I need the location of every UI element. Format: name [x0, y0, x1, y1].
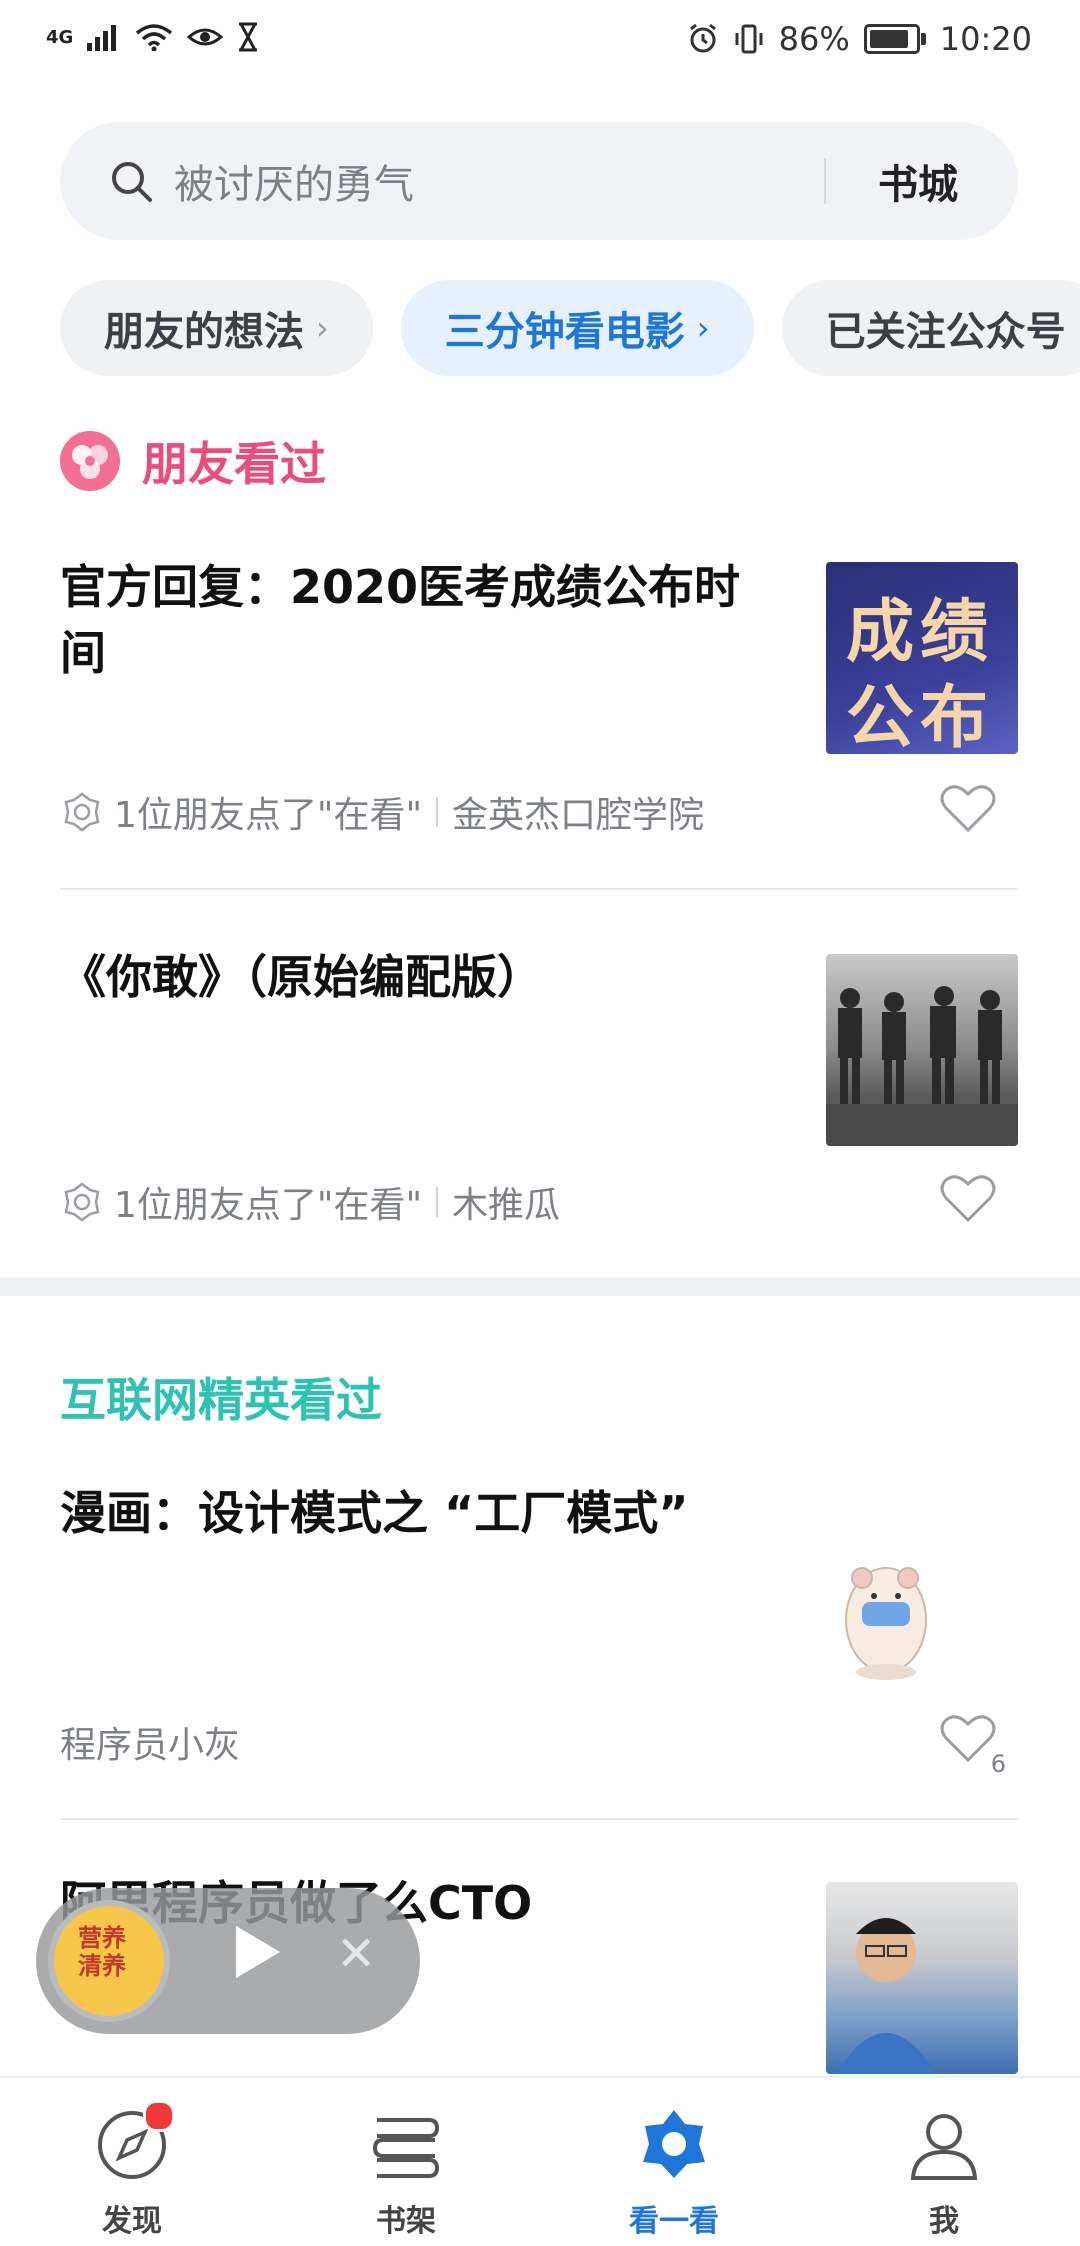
divider	[60, 888, 1018, 890]
person-icon	[905, 2106, 983, 2184]
article-meta: 1位朋友点了"在看" 金英杰口腔学院	[60, 786, 704, 838]
article-title[interactable]: 漫画：设计模式之 “工厂模式”	[60, 1480, 780, 1546]
wifi-icon	[136, 24, 173, 51]
article-meta: 1位朋友点了"在看" 木推瓜	[60, 1176, 560, 1228]
friends-section-heading: 朋友看过	[60, 428, 326, 494]
article-thumbnail[interactable]	[826, 1520, 1018, 1712]
meta-separator	[436, 797, 439, 827]
look-icon	[635, 2106, 713, 2184]
search-divider	[824, 158, 826, 204]
thumb-text: 成绩	[846, 593, 995, 672]
notification-badge	[143, 2100, 175, 2132]
audio-cover[interactable]: 营养清养	[48, 1900, 170, 2022]
heart-icon[interactable]	[940, 782, 996, 834]
tab-label: 书架	[376, 2204, 436, 2239]
tab-label: 发现	[102, 2204, 162, 2239]
topic-chips: 朋友的想法 › 三分钟看电影 › 已关注公众号	[60, 280, 1080, 376]
like-count: 6	[990, 1750, 1006, 1778]
tab-label: 我	[929, 2204, 959, 2239]
search-icon	[112, 162, 152, 202]
section-title: 互联网精英看过	[60, 1373, 382, 1427]
section-title: 朋友看过	[142, 437, 326, 491]
bookshelf-icon	[367, 2106, 445, 2184]
article-meta: 程序员小灰	[60, 1716, 240, 1768]
search-bar[interactable]: 被讨厌的勇气 书城	[60, 122, 1018, 240]
close-icon[interactable]: ✕	[336, 1926, 376, 1982]
eye-icon	[187, 28, 224, 46]
play-icon[interactable]	[236, 1926, 280, 1978]
tab-discover[interactable]: 发现	[52, 2100, 212, 2240]
article-card[interactable]: 官方回复：2020医考成绩公布时间 成绩 公布 1位朋友点了"在看" 金英杰口腔…	[60, 554, 1018, 884]
friends-watched-text: 1位朋友点了"在看"	[114, 1185, 423, 1226]
status-bar: 4G 86% 10:20	[0, 0, 1080, 86]
article-source[interactable]: 木推瓜	[452, 1176, 560, 1228]
network-label: 4G	[46, 26, 74, 48]
photo-people	[826, 986, 1018, 1146]
clock: 10:20	[939, 20, 1032, 58]
article-title[interactable]: 《你敢》（原始编配版）	[60, 944, 780, 1010]
battery-percent: 86%	[778, 20, 850, 58]
tab-look[interactable]: 看一看	[594, 2106, 754, 2240]
cover-text: 营养清养	[78, 1924, 126, 1980]
heart-icon[interactable]	[940, 1172, 996, 1224]
article-card[interactable]: 《你敢》（原始编配版） 1位朋友点了"在看" 木推瓜	[60, 944, 1018, 1274]
chevron-right-icon: ›	[696, 309, 710, 347]
bookstore-button[interactable]: 书城	[878, 152, 958, 210]
tab-label: 看一看	[629, 2204, 719, 2239]
elite-section-heading: 互联网精英看过	[60, 1364, 382, 1430]
tab-bookshelf[interactable]: 书架	[326, 2106, 486, 2240]
divider	[60, 1818, 1018, 1820]
heart-icon[interactable]	[940, 1712, 996, 1764]
compass-icon	[93, 2100, 175, 2184]
article-thumbnail[interactable]	[826, 954, 1018, 1146]
bottom-tab-bar: 发现 书架 看一看 我	[0, 2076, 1080, 2246]
article-title[interactable]: 官方回复：2020医考成绩公布时间	[60, 554, 780, 686]
friends-watched-text: 1位朋友点了"在看"	[114, 795, 423, 836]
article-source[interactable]: 金英杰口腔学院	[452, 786, 704, 838]
look-small-icon	[64, 792, 100, 832]
alarm-icon	[689, 23, 716, 53]
hourglass-icon	[239, 22, 258, 52]
friends-logo-icon	[60, 431, 120, 491]
chip-movie[interactable]: 三分钟看电影 ›	[400, 280, 754, 376]
hamster-sticker	[845, 1567, 927, 1680]
article-thumbnail[interactable]	[826, 1882, 1018, 2074]
vibrate-icon	[735, 24, 763, 54]
section-separator	[0, 1278, 1080, 1296]
article-card[interactable]: 漫画：设计模式之 “工厂模式” 程序员小灰 6	[60, 1480, 1018, 1800]
chip-label: 已关注公众号	[825, 309, 1066, 355]
meta-separator	[436, 1187, 439, 1217]
chip-followed-accounts[interactable]: 已关注公众号	[781, 280, 1080, 376]
article-source[interactable]: 程序员小灰	[60, 1716, 240, 1768]
chip-friends-thoughts[interactable]: 朋友的想法 ›	[60, 280, 373, 376]
chip-label: 朋友的想法	[104, 309, 304, 355]
signal-icon	[87, 25, 117, 51]
chip-label: 三分钟看电影	[444, 309, 685, 355]
battery-icon	[863, 24, 926, 54]
floating-audio-player[interactable]: 营养清养 ✕	[36, 1888, 420, 2034]
person-photo	[836, 1918, 936, 2074]
tab-me[interactable]: 我	[864, 2106, 1024, 2240]
thumb-text: 公布	[846, 679, 995, 754]
look-small-icon	[64, 1182, 100, 1222]
chevron-right-icon: ›	[316, 309, 329, 347]
search-placeholder[interactable]: 被讨厌的勇气	[174, 152, 414, 210]
article-thumbnail[interactable]: 成绩 公布	[826, 562, 1018, 754]
